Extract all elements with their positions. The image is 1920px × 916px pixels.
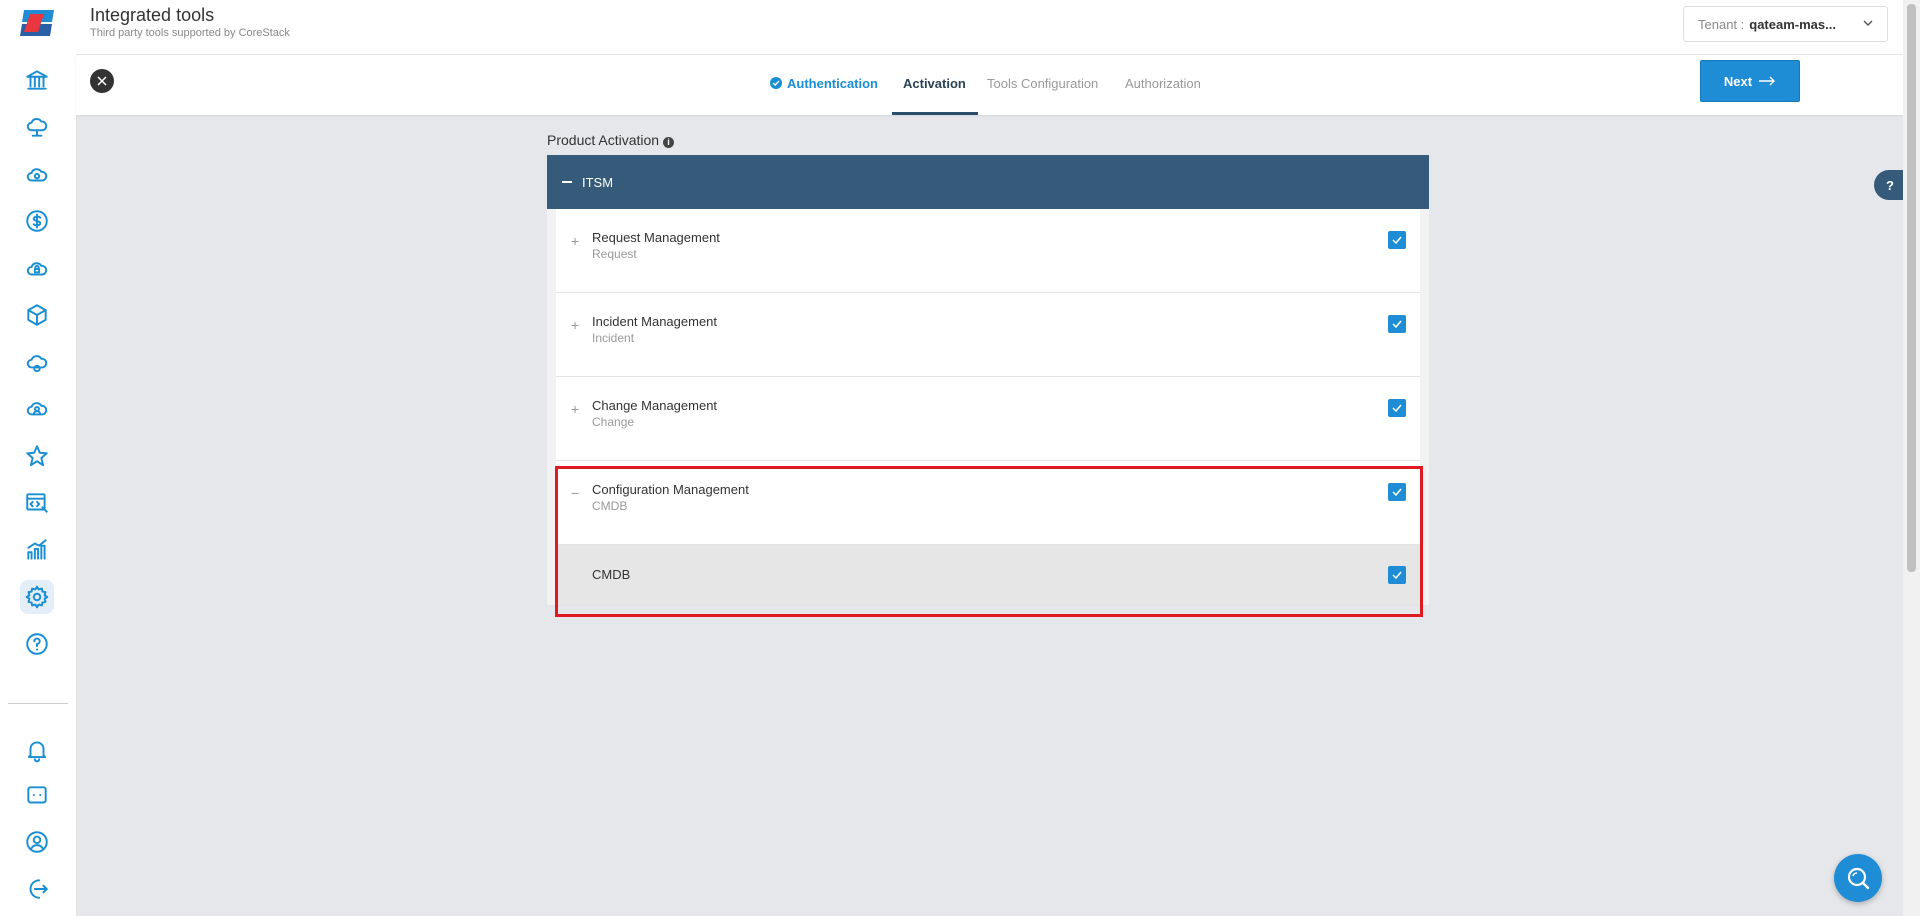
expand-icon[interactable]: + xyxy=(571,401,579,417)
checkmark-icon xyxy=(1392,236,1402,245)
chevron-down-icon xyxy=(1863,20,1873,26)
cloud-settings-icon[interactable] xyxy=(20,345,54,379)
row-title: CMDB xyxy=(592,567,631,582)
next-button-label: Next xyxy=(1723,73,1753,89)
row-title: Incident Management xyxy=(592,314,718,329)
scrollbar[interactable] xyxy=(1903,0,1920,916)
search-icon xyxy=(1847,867,1870,890)
scrollbar-thumb[interactable] xyxy=(1907,4,1916,572)
tab-authorization[interactable]: Authorization xyxy=(1125,76,1201,91)
chat-icon[interactable] xyxy=(20,779,54,813)
section-title-text: Product Activation xyxy=(547,132,660,148)
row-checkbox[interactable] xyxy=(1388,483,1406,501)
tab-tools-configuration[interactable]: Tools Configuration xyxy=(987,76,1098,91)
list-item-child: CMDB xyxy=(556,545,1420,606)
itsm-panel: ITSM + Request Management Request + Inci… xyxy=(547,155,1429,606)
page-title: Integrated tools xyxy=(90,5,215,25)
arrow-right-icon xyxy=(1759,76,1776,86)
check-circle-icon xyxy=(770,77,782,89)
checkmark-icon xyxy=(1392,320,1402,329)
row-subtitle: CMDB xyxy=(592,499,628,513)
row-subtitle: Request xyxy=(592,247,637,261)
list-item: + Change Management Change xyxy=(556,377,1420,461)
tenant-label: Tenant : xyxy=(1698,16,1745,32)
row-checkbox[interactable] xyxy=(1388,566,1406,584)
page-header: Integrated tools Third party tools suppo… xyxy=(76,0,1903,55)
checkmark-icon xyxy=(1392,488,1402,497)
panel-title: ITSM xyxy=(582,174,614,190)
row-title: Request Management xyxy=(592,230,720,245)
checkmark-icon xyxy=(1392,571,1402,580)
section-title: Product Activation i xyxy=(547,132,675,148)
cloud-user-icon[interactable] xyxy=(20,392,54,426)
tab-authentication[interactable]: Authentication xyxy=(770,76,878,91)
search-fab[interactable] xyxy=(1834,854,1882,902)
cube-icon[interactable] xyxy=(20,298,54,332)
tab-activation[interactable]: Activation xyxy=(903,76,966,91)
bell-icon[interactable] xyxy=(20,733,54,767)
collapse-icon xyxy=(562,181,572,183)
panel-header-itsm[interactable]: ITSM xyxy=(547,155,1429,209)
active-tab-indicator xyxy=(892,112,978,115)
help-tab[interactable]: ? xyxy=(1874,170,1906,200)
close-button[interactable] xyxy=(90,69,114,93)
expand-icon[interactable]: + xyxy=(571,317,579,333)
settings-icon[interactable] xyxy=(20,580,54,614)
sidebar-divider xyxy=(8,703,68,704)
row-checkbox[interactable] xyxy=(1388,231,1406,249)
code-config-icon[interactable] xyxy=(20,486,54,520)
cloud-network-icon[interactable] xyxy=(20,110,54,144)
tenant-select[interactable]: Tenant : qateam-mas... xyxy=(1683,6,1888,42)
dollar-icon[interactable] xyxy=(20,204,54,238)
collapse-icon[interactable]: − xyxy=(571,485,579,501)
list-item: + Request Management Request xyxy=(556,209,1420,293)
star-icon[interactable] xyxy=(20,439,54,473)
user-profile-icon[interactable] xyxy=(20,825,54,859)
next-button[interactable]: Next xyxy=(1700,60,1800,102)
logout-icon[interactable] xyxy=(20,872,54,906)
close-icon xyxy=(97,76,107,86)
page-subtitle: Third party tools supported by CoreStack xyxy=(90,27,290,39)
panel-body: + Request Management Request + Incident … xyxy=(547,209,1429,606)
wizard-bar: Authentication Activation Tools Configur… xyxy=(76,55,1903,115)
corestack-logo[interactable] xyxy=(16,8,60,38)
checkmark-icon xyxy=(1392,404,1402,413)
cloud-sync-icon[interactable] xyxy=(20,157,54,191)
row-title: Change Management xyxy=(592,398,718,413)
row-checkbox[interactable] xyxy=(1388,399,1406,417)
info-icon[interactable]: i xyxy=(663,137,675,148)
expand-icon[interactable]: + xyxy=(571,233,579,249)
row-checkbox[interactable] xyxy=(1388,315,1406,333)
list-item: + Incident Management Incident xyxy=(556,293,1420,377)
tab-authentication-label: Authentication xyxy=(787,76,878,91)
cloud-security-icon[interactable] xyxy=(20,251,54,285)
row-subtitle: Change xyxy=(592,415,635,429)
row-subtitle: Incident xyxy=(592,331,635,345)
bank-icon[interactable] xyxy=(20,63,54,97)
list-item: − Configuration Management CMDB xyxy=(556,461,1420,545)
help-circle-icon[interactable] xyxy=(20,627,54,661)
tenant-value: qateam-mas... xyxy=(1749,16,1836,32)
sidebar xyxy=(0,0,77,916)
analytics-icon[interactable] xyxy=(20,533,54,567)
row-title: Configuration Management xyxy=(592,482,749,497)
